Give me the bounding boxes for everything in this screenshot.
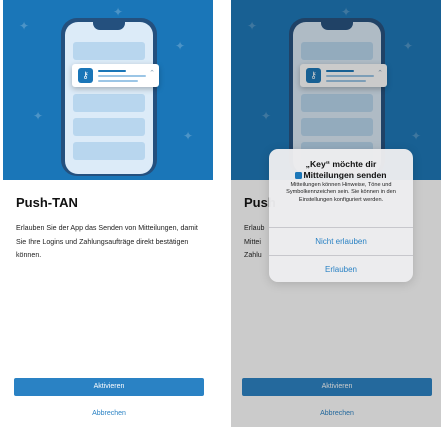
sparkle-icon: ✦ <box>261 109 272 123</box>
alert-title: „Key“ möchte dir Mitteilungen senden <box>277 159 405 180</box>
alert-message: Mitteilungen können Hinweise, Töne und S… <box>286 182 396 203</box>
sparkle-icon: ✦ <box>113 5 124 19</box>
phone-card <box>73 42 145 60</box>
sparkle-icon: ✦ <box>33 109 44 123</box>
notification-line <box>326 70 354 72</box>
chevron-up-icon: ⌃ <box>149 70 155 77</box>
hero-illustration: ✦ ✦ ✦ ✦ ✦ ⚷ ⌃ <box>3 0 213 180</box>
phone-illustration <box>61 18 157 176</box>
cancel-button[interactable]: Abbrechen <box>14 407 204 421</box>
alert-title-text: Mitteilungen senden <box>303 169 387 180</box>
notification-line <box>326 80 366 82</box>
phone-screen <box>65 22 153 174</box>
comparison-canvas: ✦ ✦ ✦ ✦ ✦ ⚷ ⌃ Push-TAN Erlauben Sie der … <box>0 0 443 427</box>
phone-notch <box>321 22 353 30</box>
phone-card <box>73 142 145 160</box>
activate-button: Aktivieren <box>242 378 432 396</box>
key-icon: ⚷ <box>306 68 321 83</box>
notification-card: ⚷ ⌃ <box>72 64 159 87</box>
alert-title-line: Mitteilungen senden <box>277 170 405 181</box>
sparkle-icon: ✦ <box>247 19 258 33</box>
phone-card <box>301 94 373 112</box>
page-title: Push-TAN <box>16 195 78 210</box>
page-description: Erlauben Sie der App das Senden von Mitt… <box>16 224 198 259</box>
phone-card <box>73 94 145 112</box>
activate-button[interactable]: Aktivieren <box>14 378 204 396</box>
notification-line <box>326 75 374 77</box>
notification-line <box>98 70 126 72</box>
cancel-button: Abbrechen <box>242 407 432 421</box>
sparkle-icon: ✦ <box>175 39 186 53</box>
chevron-up-icon: ⌃ <box>377 70 383 77</box>
notification-line <box>98 75 146 77</box>
phone-card <box>73 118 145 136</box>
phone-card <box>301 42 373 60</box>
app-icon <box>295 171 303 179</box>
permission-dialog-screen: ✦ ✦ ✦ ✦ ✦ ⚷ ⌃ Push Erlaub Mittei Zahlu A… <box>231 0 441 427</box>
phone-card <box>301 118 373 136</box>
sparkle-icon: ✦ <box>19 19 30 33</box>
notification-permission-alert: „Key“ möchte dir Mitteilungen senden Mit… <box>269 149 413 282</box>
sparkle-icon: ✦ <box>411 129 422 143</box>
phone-notch <box>93 22 125 30</box>
deny-notifications-button[interactable]: Nicht erlauben <box>269 228 413 255</box>
key-icon: ⚷ <box>78 68 93 83</box>
sparkle-icon: ✦ <box>403 39 414 53</box>
onboarding-screen: ✦ ✦ ✦ ✦ ✦ ⚷ ⌃ Push-TAN Erlauben Sie der … <box>3 0 213 427</box>
notification-card: ⚷ ⌃ <box>300 64 387 87</box>
alert-title-line: „Key“ möchte dir <box>305 159 377 169</box>
notification-line <box>98 80 138 82</box>
sparkle-icon: ✦ <box>183 129 194 143</box>
allow-notifications-button[interactable]: Erlauben <box>269 256 413 282</box>
sparkle-icon: ✦ <box>341 5 352 19</box>
